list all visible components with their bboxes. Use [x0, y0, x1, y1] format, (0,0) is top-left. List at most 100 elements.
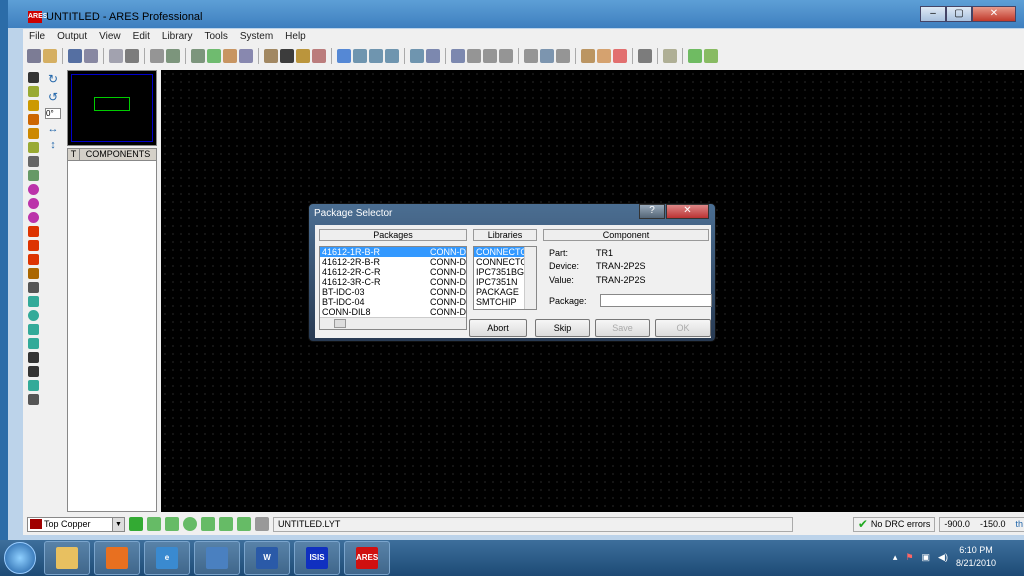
libraries-list[interactable]: CONNECTOCONNECTOIPC7351BGAIPC7351NPACKAG… — [473, 246, 537, 310]
units[interactable]: th — [1015, 519, 1023, 529]
angle-field[interactable]: 0° — [45, 108, 61, 119]
minimize-button[interactable]: ‒ — [920, 6, 946, 22]
pad-smt-icon[interactable] — [27, 240, 39, 251]
library-row[interactable]: IPC7351BGA — [474, 267, 524, 277]
library-row[interactable]: CONNECTO — [474, 247, 524, 257]
menu-view[interactable]: View — [93, 29, 127, 44]
package-input[interactable] — [600, 294, 712, 307]
filter-ratsnest-icon[interactable] — [255, 517, 269, 531]
padstack-icon[interactable] — [27, 268, 39, 279]
library-row[interactable]: IPC7351N — [474, 277, 524, 287]
vertical-scrollbar[interactable] — [524, 247, 536, 309]
pad-square-icon[interactable] — [27, 198, 39, 209]
marker-icon[interactable] — [27, 380, 39, 391]
ok-button[interactable]: OK — [655, 319, 711, 337]
zoom-fit-icon[interactable] — [410, 49, 424, 63]
arc-icon[interactable] — [27, 324, 39, 335]
filter-zone-icon[interactable] — [219, 517, 233, 531]
package-row[interactable]: CONN-DIL8 CONN-D — [320, 307, 466, 317]
component-icon[interactable] — [27, 86, 39, 97]
export-icon[interactable] — [109, 49, 123, 63]
taskbar-ares[interactable]: ARES — [344, 541, 390, 575]
print-icon[interactable] — [125, 49, 139, 63]
clock[interactable]: 6:10 PM 8/21/2010 — [956, 544, 996, 570]
print-preview-icon[interactable] — [150, 49, 164, 63]
volume-icon[interactable]: ◀) — [938, 552, 948, 563]
layer-select[interactable]: Top Copper ▼ — [27, 516, 125, 532]
open-icon[interactable] — [43, 49, 57, 63]
pan-icon[interactable] — [337, 49, 351, 63]
filter-pad-icon[interactable] — [165, 517, 179, 531]
origin-icon[interactable] — [296, 49, 310, 63]
block-move-icon[interactable] — [483, 49, 497, 63]
action-center-icon[interactable]: ⚑ — [905, 552, 913, 563]
taskbar-word[interactable]: W — [244, 541, 290, 575]
pad-polygon-icon[interactable] — [27, 254, 39, 265]
zoom-all-icon[interactable] — [385, 49, 399, 63]
ratsnest-icon[interactable] — [27, 156, 39, 167]
package-row[interactable]: 41612-3R-C-R CONN-D — [320, 277, 466, 287]
components-panel[interactable]: T COMPONENTS — [67, 148, 157, 512]
netlist-icon[interactable] — [166, 49, 180, 63]
mirror-y-icon[interactable]: ↕ — [50, 139, 56, 151]
via-icon[interactable] — [27, 128, 39, 139]
undo-icon[interactable] — [426, 49, 440, 63]
pin-icon[interactable] — [663, 49, 677, 63]
taskbar-explorer[interactable] — [44, 541, 90, 575]
menu-tools[interactable]: Tools — [198, 29, 233, 44]
tracks-icon[interactable] — [613, 49, 627, 63]
package-row[interactable]: BT-IDC-04 CONN-D — [320, 297, 466, 307]
import-icon[interactable] — [84, 49, 98, 63]
zoom-in-icon[interactable] — [353, 49, 367, 63]
package-row[interactable]: 41612-2R-C-R CONN-D — [320, 267, 466, 277]
rotate-ccw-icon[interactable]: ↺ — [48, 90, 58, 104]
netlist2-icon[interactable] — [191, 49, 205, 63]
packages-list[interactable]: 41612-1R-B-R CONN-D 41612-2R-B-R CONN-D 4161… — [319, 246, 467, 330]
save-icon[interactable] — [68, 49, 82, 63]
network-icon[interactable]: ▣ — [922, 552, 931, 563]
taskbar-isis[interactable]: ISIS — [294, 541, 340, 575]
horizontal-scrollbar[interactable] — [320, 317, 466, 329]
pad-circle-icon[interactable] — [27, 184, 39, 195]
filter-component-icon[interactable] — [147, 517, 161, 531]
path-icon[interactable] — [27, 338, 39, 349]
library-row[interactable]: SMTCHIP — [474, 297, 524, 307]
abort-button[interactable]: Abort — [469, 319, 527, 337]
rotate-cw-icon[interactable]: ↻ — [48, 72, 58, 86]
decompose-icon[interactable] — [581, 49, 595, 63]
line-icon[interactable] — [27, 282, 39, 293]
pad-dil-icon[interactable] — [27, 212, 39, 223]
menu-system[interactable]: System — [234, 29, 279, 44]
package-row[interactable]: 41612-2R-B-R CONN-D — [320, 257, 466, 267]
components-tab[interactable]: T — [68, 149, 80, 160]
show-hidden-icons[interactable]: ▴ — [893, 552, 898, 563]
layers-icon[interactable] — [223, 49, 237, 63]
start-button[interactable] — [4, 542, 36, 574]
connectivity-icon[interactable] — [27, 170, 39, 181]
zoom-out-icon[interactable] — [369, 49, 383, 63]
maximize-button[interactable]: ▢ — [946, 6, 972, 22]
new-icon[interactable] — [27, 49, 41, 63]
save-button[interactable]: Save — [595, 319, 650, 337]
refresh-icon[interactable] — [207, 49, 221, 63]
toggle-icon[interactable] — [597, 49, 611, 63]
chevron-down-icon[interactable]: ▼ — [112, 517, 124, 531]
taskbar-editor[interactable] — [194, 541, 240, 575]
menu-library[interactable]: Library — [156, 29, 199, 44]
snap-icon[interactable] — [264, 49, 278, 63]
filter-text-icon[interactable] — [237, 517, 251, 531]
zoom-area-icon[interactable] — [312, 49, 326, 63]
taskbar-media-player[interactable] — [94, 541, 140, 575]
dimension-icon[interactable] — [27, 394, 39, 405]
overview-window[interactable] — [67, 70, 157, 146]
text-icon[interactable] — [27, 352, 39, 363]
dialog-close-button[interactable]: ✕ — [666, 204, 709, 219]
help-button[interactable]: ? — [639, 204, 665, 219]
select-icon[interactable] — [27, 72, 39, 83]
circle-icon[interactable] — [27, 310, 39, 321]
filter-track-icon[interactable] — [201, 517, 215, 531]
grid-icon[interactable] — [239, 49, 253, 63]
library-row[interactable]: PACKAGE — [474, 287, 524, 297]
taskbar-internet-explorer[interactable]: e — [144, 541, 190, 575]
library-row[interactable]: CONNECTO — [474, 257, 524, 267]
